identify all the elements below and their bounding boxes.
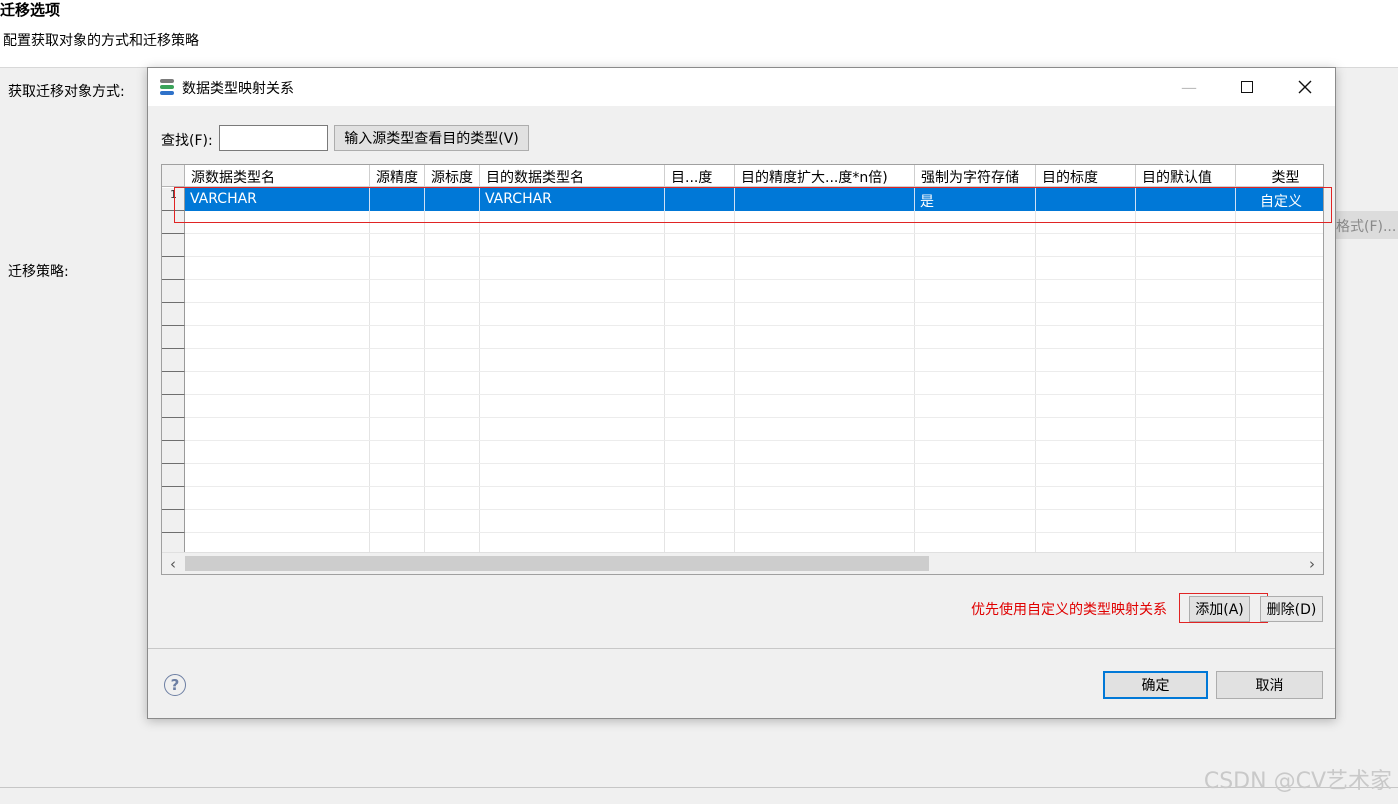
type-mapping-table: 1 源数据类型名 源精度 源标度 目的数据类型名 目...度 目的精度扩大...…: [161, 164, 1324, 575]
cell-src-precision[interactable]: [370, 188, 425, 211]
row-header[interactable]: [162, 303, 185, 326]
strategy-label: 迁移策略:: [8, 264, 69, 280]
cell-dst-scale[interactable]: [1036, 188, 1136, 211]
row-header[interactable]: [162, 395, 185, 418]
cell-src-type[interactable]: VARCHAR: [185, 188, 370, 211]
scroll-right-icon: ›: [1309, 555, 1315, 573]
row-divider: [185, 348, 1323, 349]
column-divider: [734, 187, 735, 552]
row-header[interactable]: [162, 257, 185, 280]
cell-src-scale[interactable]: [425, 188, 480, 211]
column-header-dst-precision-expand[interactable]: 目的精度扩大...度*n倍): [735, 165, 915, 187]
page-subtitle: 配置获取对象的方式和迁移策略: [3, 33, 199, 49]
scrollbar-thumb[interactable]: [185, 556, 929, 571]
page-header: 迁移选项 配置获取对象的方式和迁移策略: [0, 0, 1398, 68]
watermark: CSDN @CV艺术家: [1203, 769, 1392, 794]
row-header[interactable]: [162, 464, 185, 487]
column-header-src-type[interactable]: 源数据类型名: [185, 165, 370, 187]
row-divider: [185, 279, 1323, 280]
row-header[interactable]: [162, 533, 185, 553]
row-header[interactable]: [162, 510, 185, 533]
row-header[interactable]: [162, 326, 185, 349]
minimize-button[interactable]: —: [1160, 68, 1218, 106]
column-divider: [369, 187, 370, 552]
row-divider: [185, 256, 1323, 257]
row-divider: [185, 463, 1323, 464]
scroll-left-icon: ‹: [170, 555, 176, 573]
row-divider: [185, 509, 1323, 510]
custom-mapping-note: 优先使用自定义的类型映射关系: [971, 602, 1167, 618]
row-header[interactable]: [162, 234, 185, 257]
add-button[interactable]: 添加(A): [1189, 596, 1250, 622]
row-header[interactable]: [162, 418, 185, 441]
column-header-dst-scale[interactable]: 目的标度: [1036, 165, 1136, 187]
minimize-icon: —: [1181, 77, 1197, 97]
row-header[interactable]: [162, 487, 185, 510]
column-header-dst-length[interactable]: 目...度: [665, 165, 735, 187]
row-header[interactable]: [162, 280, 185, 303]
scroll-right-button[interactable]: ›: [1301, 553, 1323, 574]
row-divider: [185, 302, 1323, 303]
close-button[interactable]: [1276, 68, 1334, 106]
help-icon[interactable]: ?: [164, 674, 186, 696]
ok-button[interactable]: 确定: [1103, 671, 1208, 699]
cell-dst-type[interactable]: VARCHAR: [480, 188, 665, 211]
cell-kind[interactable]: 自定义: [1236, 188, 1323, 211]
fetch-method-label: 获取迁移对象方式:: [8, 84, 125, 100]
divider: [0, 787, 1398, 788]
close-icon: [1298, 80, 1312, 94]
column-header-dst-default[interactable]: 目的默认值: [1136, 165, 1236, 187]
column-divider: [914, 187, 915, 552]
column-header-src-scale[interactable]: 源标度: [425, 165, 480, 187]
row-header[interactable]: [162, 372, 185, 395]
cell-dst-length[interactable]: [665, 188, 735, 211]
type-mapping-dialog: 数据类型映射关系 — 查找(F): 输入源类型查看目的类型(V) 1 源数据类型…: [147, 67, 1336, 719]
lookup-type-button[interactable]: 输入源类型查看目的类型(V): [334, 125, 529, 151]
column-header-dst-type[interactable]: 目的数据类型名: [480, 165, 665, 187]
column-divider: [1035, 187, 1036, 552]
row-divider: [185, 417, 1323, 418]
format-button[interactable]: 格式(F)...: [1330, 211, 1398, 239]
column-header-kind[interactable]: 类型: [1236, 165, 1323, 187]
row-divider: [185, 486, 1323, 487]
maximize-icon: [1241, 81, 1253, 93]
row-header[interactable]: [162, 211, 185, 234]
find-label: 查找(F):: [161, 133, 213, 149]
cell-force-char[interactable]: 是: [915, 188, 1036, 211]
cell-dst-default[interactable]: [1136, 188, 1236, 211]
row-divider: [185, 233, 1323, 234]
column-divider: [1235, 187, 1236, 552]
column-divider: [424, 187, 425, 552]
table-corner: [162, 165, 185, 187]
find-input[interactable]: [219, 125, 328, 151]
row-header[interactable]: [162, 441, 185, 464]
scroll-left-button[interactable]: ‹: [162, 553, 184, 574]
footer-divider: [148, 648, 1335, 649]
row-header[interactable]: [162, 349, 185, 372]
cancel-button[interactable]: 取消: [1216, 671, 1323, 699]
page-title: 迁移选项: [0, 1, 61, 19]
dialog-title: 数据类型映射关系: [182, 81, 294, 97]
app-icon: [158, 78, 176, 96]
title-bar: 数据类型映射关系 —: [148, 68, 1335, 106]
row-divider: [185, 440, 1323, 441]
row-header[interactable]: 1: [162, 188, 185, 211]
column-divider: [1135, 187, 1136, 552]
maximize-button[interactable]: [1218, 68, 1276, 106]
column-divider: [664, 187, 665, 552]
row-divider: [185, 371, 1323, 372]
column-divider: [479, 187, 480, 552]
cell-dst-precision-expand[interactable]: [735, 188, 915, 211]
column-header-force-char[interactable]: 强制为字符存储: [915, 165, 1036, 187]
row-divider: [185, 325, 1323, 326]
delete-button[interactable]: 删除(D): [1260, 596, 1323, 622]
row-divider: [185, 532, 1323, 533]
row-divider: [185, 394, 1323, 395]
horizontal-scrollbar[interactable]: ‹ ›: [162, 552, 1323, 574]
column-header-src-precision[interactable]: 源精度: [370, 165, 425, 187]
